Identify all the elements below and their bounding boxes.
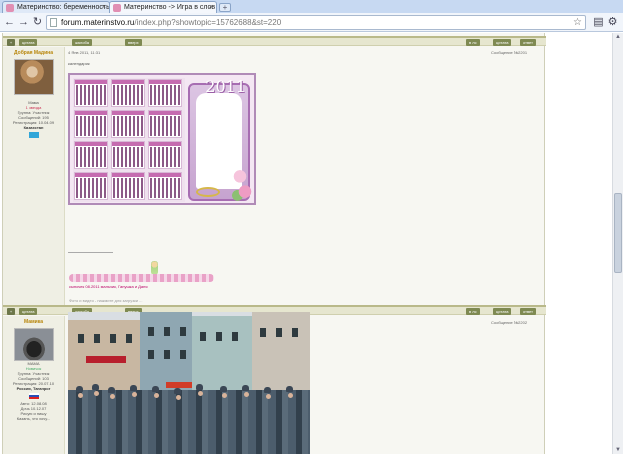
forum-topic: + цитата жалоба вверх в лс цитата ответ … [2,33,546,454]
quote-button[interactable]: цитата [19,39,38,46]
close-tab-icon[interactable]: × [102,2,106,13]
new-tab-button[interactable]: + [219,3,231,12]
browser-toolbar: ← → ↻ forum.materinstvo.ru/index.php?sho… [0,13,623,32]
user-sidebar-2: Мамика МАМА Новичок Группа: Участник Соо… [3,316,65,454]
site-favicon-icon [6,4,14,12]
back-button[interactable]: ← [3,16,16,29]
month-block [148,141,182,169]
scrollbar-thumb[interactable] [614,193,622,273]
user-sidebar-1: Добрая Мадина Мама 1 звезда Группа: Учас… [3,47,65,305]
post-controls-top: + цитата жалоба вверх в лс цитата ответ [3,36,546,46]
flag-icon [28,393,39,399]
post-toggle-button[interactable]: + [7,308,15,315]
post-toggle-button[interactable]: + [7,39,15,46]
wedding-rings-icon [196,187,220,197]
page-viewport: + цитата жалоба вверх в лс цитата ответ … [0,33,612,454]
quote-right-button[interactable]: цитата [493,308,512,315]
month-block [148,110,182,138]
tab-2-title: Материнство -> Игра в слов [124,4,216,11]
avatar[interactable] [13,328,54,361]
pm-button[interactable]: в лс [466,39,480,46]
month-grid [73,78,185,202]
fairy-icon [151,261,158,275]
police-crowd [68,390,310,454]
answer-button[interactable]: ответ [520,308,536,315]
post-date: 4 Янв 2011, 11:31 [68,50,100,55]
tab-strip: Материнство: беременность × Материнство … [0,0,623,13]
address-bar[interactable]: forum.materinstvo.ru/index.php?showtopic… [46,15,586,30]
user-info-line: Казань, что хочу... [16,416,51,421]
tab-1-title: Материнство: беременность [17,4,110,11]
month-block [74,172,108,200]
signature-text: сыночек 08.2011 мальчик, Ганушка и Даня [69,284,148,289]
month-block [111,141,145,169]
username[interactable]: Добрая Мадина [3,50,64,56]
page-menu-icon[interactable]: ▤ [592,16,605,29]
page-margin [547,33,612,454]
url-host: forum.materinstvo.ru [61,18,135,27]
page-icon [50,18,57,27]
answer-button[interactable]: ответ [520,39,536,46]
pm-button[interactable]: в лс [466,308,480,315]
post-date-text: 4 Янв 2011, 11:31 [68,50,101,55]
street-photo [68,312,310,454]
signature-banner [69,274,214,282]
quote-button[interactable]: цитата [19,308,38,315]
user-location: Казахстан [23,125,44,130]
report-button[interactable]: жалоба [72,39,92,46]
scroll-up-icon[interactable]: ▲ [614,34,622,40]
month-block [148,172,182,200]
site-favicon-icon [113,4,121,12]
close-tab-icon[interactable]: × [209,2,213,13]
flowers-decoration [230,165,254,203]
reload-button[interactable]: ↻ [31,16,44,29]
post-number[interactable]: Сообщение №2201 [491,50,527,55]
vertical-scrollbar[interactable]: ▲ ▼ [612,33,623,454]
user-location: Россия, Таганрог [16,386,51,391]
attachments-link[interactable]: Фото и видео - нажмите для загрузки ... [69,298,142,303]
signature-separator [68,252,113,253]
wrench-icon[interactable]: ⚙ [606,16,619,29]
tab-1[interactable]: Материнство: беременность × [2,1,110,13]
post-text: календарик [68,61,90,66]
tab-2[interactable]: Материнство -> Игра в слов × [109,1,217,13]
calendar-image: 2011 [68,73,256,205]
post-number-2[interactable]: Сообщение №2202 [491,320,527,325]
month-block [74,141,108,169]
month-block [111,172,145,200]
username[interactable]: Мамика [3,319,64,325]
calendar-year: 2011 [205,77,246,96]
month-block [111,79,145,107]
reply-button[interactable]: вверх [125,39,142,46]
month-block [111,110,145,138]
month-block [148,79,182,107]
forward-button[interactable]: → [17,16,30,29]
flag-icon [28,132,39,138]
bookmark-star-icon[interactable]: ☆ [573,16,582,29]
month-block [74,110,108,138]
url-path: /index.php?showtopic=15762688&st=220 [134,18,282,27]
month-block [74,79,108,107]
scroll-down-icon[interactable]: ▼ [614,447,622,453]
quote-right-button[interactable]: цитата [493,39,512,46]
avatar[interactable] [13,59,54,95]
